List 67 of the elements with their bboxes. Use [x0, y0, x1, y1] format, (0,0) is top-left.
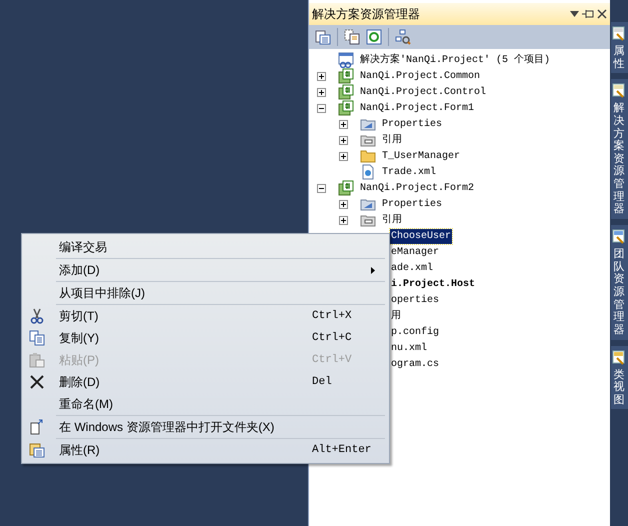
- csharp-project-icon: [338, 100, 354, 116]
- menu-item[interactable]: 剪切(T) Ctrl+X: [22, 305, 385, 327]
- folder-icon: [360, 148, 376, 164]
- side-tab-label: 类视图: [614, 368, 624, 406]
- side-tab[interactable]: 团队资源管理器: [610, 225, 628, 340]
- tree-item[interactable]: ChooseUser: [390, 228, 452, 244]
- tree-item[interactable]: 引用: [381, 212, 403, 228]
- menu-item[interactable]: 属性(R) Alt+Enter: [22, 439, 385, 461]
- tree-item[interactable]: ogram.cs: [390, 356, 440, 372]
- copy-icon: [29, 330, 45, 346]
- tree-item[interactable]: 引用: [381, 132, 403, 148]
- collapse-toggle[interactable]: [317, 184, 326, 192]
- side-tab-label: 解决方案资源管理器: [614, 102, 624, 216]
- side-tab[interactable]: 类视图: [610, 346, 628, 410]
- refresh-icon[interactable]: [366, 29, 382, 45]
- expand-toggle[interactable]: [339, 136, 348, 144]
- expand-toggle[interactable]: [317, 72, 326, 80]
- menu-item[interactable]: 重命名(M): [22, 393, 385, 415]
- open-document-icon: [29, 419, 45, 435]
- expand-toggle[interactable]: [339, 216, 348, 224]
- side-tab[interactable]: 解决方案资源管理器: [610, 79, 628, 220]
- tree-item[interactable]: Properties: [381, 116, 444, 132]
- tree-item[interactable]: Trade.xml: [381, 164, 438, 180]
- csharp-project-icon: [338, 84, 354, 100]
- properties-icon: [29, 442, 45, 458]
- tree-item[interactable]: 用: [390, 308, 402, 324]
- menu-item[interactable]: 复制(Y) Ctrl+C: [22, 327, 385, 349]
- tree-item[interactable]: T_UserManager: [381, 148, 462, 164]
- expand-toggle[interactable]: [317, 88, 326, 96]
- xml-file-icon: [360, 164, 376, 180]
- expand-toggle[interactable]: [339, 152, 348, 160]
- menu-item[interactable]: 从项目中排除(J): [22, 282, 385, 304]
- csharp-project-icon: [338, 180, 354, 196]
- pin-icon[interactable]: [582, 9, 594, 19]
- tree-item[interactable]: operties: [390, 292, 440, 308]
- tree-item[interactable]: ade.xml: [390, 260, 434, 276]
- close-icon[interactable]: [597, 9, 607, 19]
- tree-item[interactable]: NanQi.Project.Control: [359, 84, 488, 100]
- menu-item[interactable]: 添加(D): [22, 259, 385, 281]
- side-tab-label: 属性: [614, 45, 624, 70]
- dropdown-icon[interactable]: [570, 11, 579, 17]
- tree-item[interactable]: NanQi.Project.Common: [359, 68, 482, 84]
- expand-toggle[interactable]: [339, 120, 348, 128]
- paste-icon: [29, 352, 45, 368]
- tree-item[interactable]: NanQi.Project.Form1: [359, 100, 476, 116]
- csharp-project-icon: [338, 68, 354, 84]
- side-tab[interactable]: 属性: [610, 22, 628, 74]
- tree-item[interactable]: NanQi.Project.Form2: [359, 180, 476, 196]
- expand-toggle[interactable]: [339, 200, 348, 208]
- tree-item[interactable]: i.Project.Host: [390, 276, 476, 292]
- scissors-icon: [29, 308, 45, 324]
- properties-button-icon[interactable]: [315, 29, 331, 45]
- menu-item[interactable]: 删除(D) Del: [22, 371, 385, 393]
- solution-icon: [338, 52, 354, 68]
- tree-item[interactable]: 解决方案'NanQi.Project' (5 个项目): [359, 52, 552, 68]
- tree-item[interactable]: eManager: [390, 244, 440, 260]
- tree-item[interactable]: Properties: [381, 196, 444, 212]
- delete-icon: [29, 374, 45, 390]
- show-all-files-icon[interactable]: [344, 29, 360, 45]
- menu-item[interactable]: 在 Windows 资源管理器中打开文件夹(X): [22, 416, 385, 438]
- menu-item[interactable]: 编译交易: [22, 236, 385, 258]
- collapse-toggle[interactable]: [317, 104, 326, 112]
- properties-window-icon: [611, 25, 627, 41]
- tree-item[interactable]: nu.xml: [390, 340, 428, 356]
- tree-item[interactable]: p.config: [390, 324, 440, 340]
- panel-title: 解决方案资源管理器: [312, 6, 420, 23]
- side-tab-label: 团队资源管理器: [614, 248, 624, 337]
